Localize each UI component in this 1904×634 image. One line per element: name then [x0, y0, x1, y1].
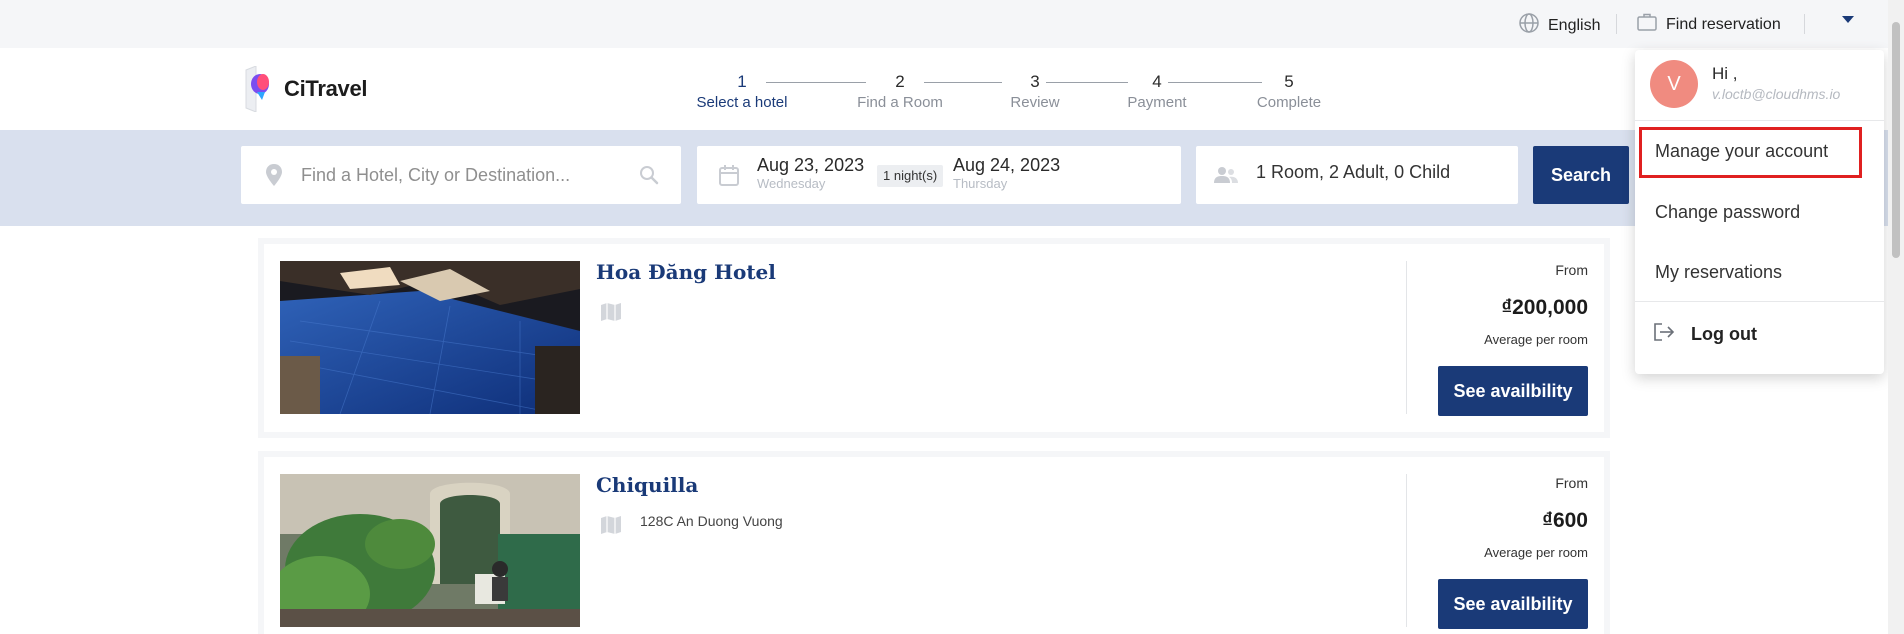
- language-label: English: [1548, 16, 1601, 34]
- step-label: Review: [1010, 94, 1060, 111]
- account-dropdown-toggle[interactable]: [1842, 16, 1854, 23]
- calendar-icon: [719, 165, 739, 192]
- price-from-label: From: [1555, 262, 1588, 278]
- globe-icon: [1518, 12, 1540, 39]
- step-complete[interactable]: 5 Complete: [1229, 72, 1349, 113]
- hotel-name[interactable]: Hoa Đăng Hotel: [596, 260, 776, 284]
- price-from-label: From: [1555, 475, 1588, 491]
- step-payment[interactable]: 4 Payment: [1097, 72, 1217, 113]
- see-availability-button[interactable]: See availbility: [1438, 366, 1588, 416]
- find-reservation-label: Find reservation: [1666, 15, 1781, 33]
- brand-name: CiTravel: [284, 76, 368, 101]
- hotel-price: ₫200,000: [1501, 296, 1588, 319]
- guests-field[interactable]: 1 Room, 2 Adult, 0 Child: [1196, 146, 1518, 204]
- booking-steps: 1 Select a hotel 2 Find a Room 3 Review …: [684, 72, 1344, 116]
- language-selector[interactable]: English: [1518, 12, 1600, 39]
- card-divider: [1406, 261, 1407, 414]
- step-select-hotel[interactable]: 1 Select a hotel: [682, 72, 802, 113]
- hotel-photo[interactable]: [280, 261, 580, 414]
- menu-item-manage-account[interactable]: Manage your account: [1635, 124, 1884, 178]
- search-button[interactable]: Search: [1533, 146, 1629, 204]
- step-label: Select a hotel: [696, 94, 788, 111]
- see-availability-button[interactable]: See availbility: [1438, 579, 1588, 629]
- date-range-field[interactable]: Aug 23, 2023 Wednesday 1 night(s) Aug 24…: [697, 146, 1181, 204]
- user-email: v.loctb@cloudhms.io: [1712, 86, 1841, 102]
- avatar: V: [1650, 60, 1698, 108]
- briefcase-icon: [1636, 12, 1658, 37]
- map-icon[interactable]: [600, 302, 622, 327]
- hotel-card: Chiquilla 128C An Duong Vuong From ₫600 …: [258, 451, 1610, 634]
- map-icon[interactable]: [600, 515, 622, 540]
- find-reservation-link[interactable]: Find reservation: [1636, 12, 1781, 37]
- hotel-photo[interactable]: [280, 474, 580, 627]
- account-user-header: V Hi , v.loctb@cloudhms.io: [1635, 50, 1884, 121]
- card-divider: [1406, 474, 1407, 627]
- checkout-date-value: Aug 24, 2023: [953, 155, 1061, 175]
- price-block: From ₫600 Average per room: [1418, 474, 1588, 562]
- step-number: 3: [1030, 72, 1040, 91]
- search-bar: Aug 23, 2023 Wednesday 1 night(s) Aug 24…: [0, 130, 1888, 226]
- guests-icon: [1214, 166, 1238, 189]
- menu-item-my-reservations[interactable]: My reservations: [1635, 245, 1884, 299]
- hotel-card: Hoa Đăng Hotel From ₫200,000 Average per…: [258, 238, 1610, 438]
- greeting-text: Hi ,: [1712, 64, 1738, 83]
- location-pin-icon: [265, 164, 283, 191]
- step-label: Complete: [1256, 94, 1322, 111]
- page-scrollbar[interactable]: [1888, 0, 1904, 634]
- menu-item-change-password[interactable]: Change password: [1635, 185, 1884, 239]
- top-utility-bar: English Find reservation: [0, 0, 1888, 48]
- step-review[interactable]: 3 Review: [975, 72, 1095, 113]
- logout-button[interactable]: Log out: [1635, 306, 1884, 362]
- hotel-name[interactable]: Chiquilla: [596, 473, 698, 497]
- hotel-address: 128C An Duong Vuong: [640, 513, 783, 529]
- price-note: Average per room: [1484, 545, 1588, 560]
- menu-divider: [1635, 301, 1884, 302]
- step-find-room[interactable]: 2 Find a Room: [840, 72, 960, 113]
- step-number: 1: [737, 72, 747, 91]
- checkout-day: Thursday: [953, 176, 1008, 191]
- step-number: 5: [1284, 72, 1294, 91]
- checkin-date-value: Aug 23, 2023: [757, 155, 865, 175]
- guests-value: 1 Room, 2 Adult, 0 Child: [1256, 162, 1451, 182]
- logout-label: Log out: [1691, 323, 1757, 344]
- logo-mark-icon: [240, 65, 274, 113]
- topbar-divider: [1616, 14, 1617, 34]
- destination-field[interactable]: [241, 146, 681, 204]
- nights-badge: 1 night(s): [877, 165, 944, 187]
- price-note: Average per room: [1484, 332, 1588, 347]
- step-label: Payment: [1127, 94, 1187, 111]
- step-number: 2: [895, 72, 905, 91]
- brand-logo[interactable]: CiTravel: [240, 65, 368, 113]
- checkin-date[interactable]: Aug 23, 2023 Wednesday: [757, 154, 864, 192]
- search-icon[interactable]: [639, 165, 659, 190]
- topbar-divider: [1804, 14, 1805, 34]
- hotel-price: ₫600: [1542, 509, 1588, 532]
- checkout-date[interactable]: Aug 24, 2023 Thursday: [953, 154, 1060, 192]
- account-dropdown-menu: V Hi , v.loctb@cloudhms.io Manage your a…: [1635, 50, 1884, 374]
- step-number: 4: [1152, 72, 1162, 91]
- step-label: Find a Room: [857, 94, 943, 111]
- checkin-day: Wednesday: [757, 176, 826, 191]
- logout-icon: [1653, 322, 1675, 347]
- site-header: CiTravel 1 Select a hotel 2 Find a Room …: [0, 48, 1888, 130]
- scrollbar-thumb[interactable]: [1892, 22, 1900, 258]
- price-block: From ₫200,000 Average per room: [1418, 261, 1588, 349]
- destination-input[interactable]: [301, 160, 601, 190]
